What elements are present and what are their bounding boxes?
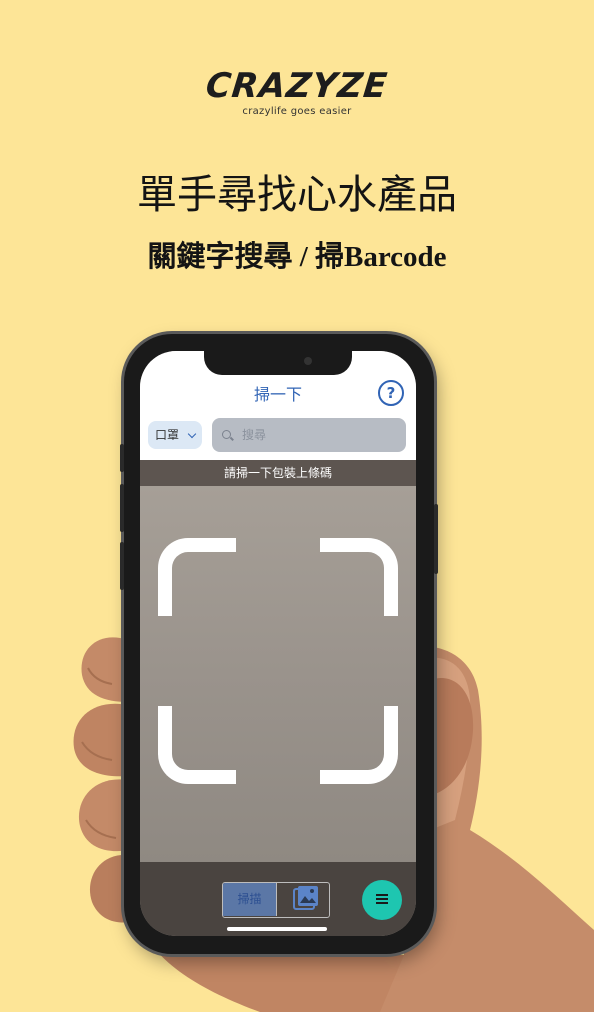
page: CRAZYZE crazylife goes easier 單手尋找心水產品 關… — [0, 0, 594, 1012]
category-dropdown[interactable]: 口罩 — [148, 421, 202, 449]
search-input[interactable]: 搜尋 — [212, 418, 406, 452]
search-row: 口罩 搜尋 — [140, 413, 416, 460]
phone-side-button — [120, 444, 124, 472]
front-camera — [304, 357, 312, 365]
phone-notch — [204, 351, 352, 375]
scan-frame-corner — [158, 706, 236, 784]
phone-side-button — [434, 504, 438, 574]
scan-instruction: 請掃一下包裝上條碼 — [140, 460, 416, 486]
category-value: 口罩 — [155, 428, 180, 442]
search-placeholder: 搜尋 — [242, 428, 267, 442]
chevron-down-icon — [187, 429, 197, 439]
app-title: 掃一下 — [253, 385, 302, 404]
phone-screen: 掃一下 ? 口罩 搜尋 請掃一下包裝上條碼 掃描 — [140, 351, 416, 936]
phone-mockup: 掃一下 ? 口罩 搜尋 請掃一下包裝上條碼 掃描 — [120, 334, 438, 954]
home-indicator[interactable] — [227, 927, 327, 931]
scan-frame-corner — [320, 706, 398, 784]
bottom-toolbar: 掃描 — [140, 862, 416, 936]
image-gallery-icon — [293, 886, 318, 910]
phone-side-button — [120, 542, 124, 590]
gallery-tab[interactable] — [278, 883, 329, 916]
scan-frame-corner — [158, 538, 236, 616]
search-icon — [222, 430, 231, 439]
menu-button[interactable] — [362, 880, 402, 920]
scan-tab[interactable]: 掃描 — [223, 883, 277, 916]
question-circle-icon[interactable]: ? — [378, 380, 404, 406]
mode-toggle: 掃描 — [222, 882, 330, 918]
menu-icon — [376, 894, 388, 906]
scan-frame-corner — [320, 538, 398, 616]
camera-viewfinder[interactable] — [140, 486, 416, 862]
phone-side-button — [120, 484, 124, 532]
